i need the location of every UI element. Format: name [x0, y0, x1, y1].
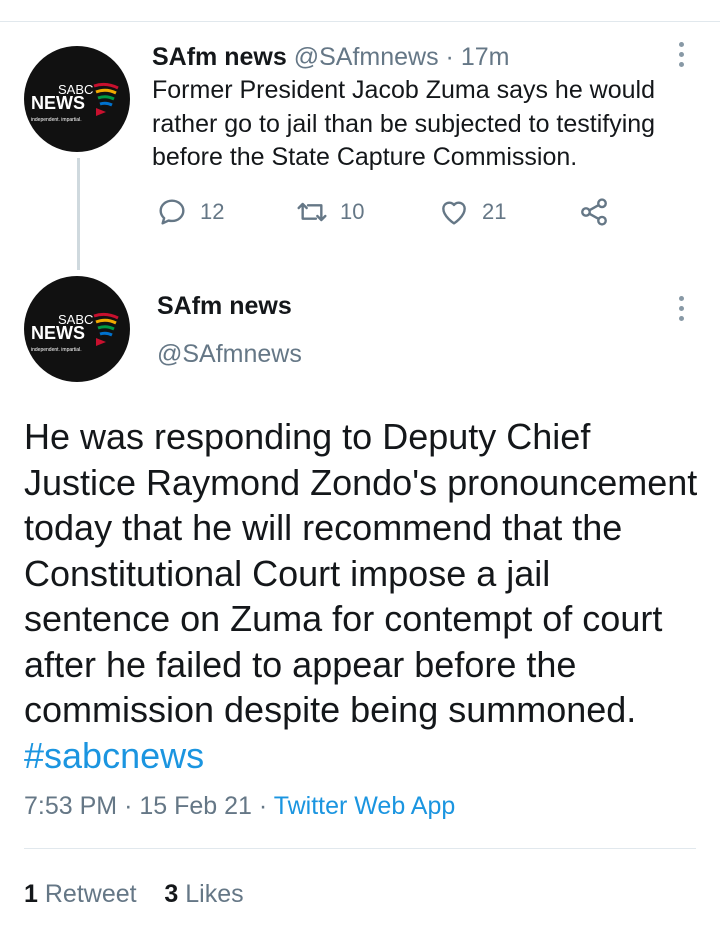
separator-dot: · — [258, 792, 268, 820]
tweet-time[interactable]: 7:53 PM — [24, 792, 117, 820]
hashtag-link[interactable]: #sabcnews — [24, 735, 204, 776]
like-label: Likes — [185, 880, 244, 908]
tweet-header: SAfm news @SAfmnews · 17m — [152, 43, 509, 72]
share-icon — [581, 198, 607, 226]
tweet-time[interactable]: 17m — [461, 43, 510, 71]
svg-text:NEWS: NEWS — [31, 323, 85, 343]
reply-icon — [159, 199, 185, 225]
tweet-actions: 12 10 21 — [0, 190, 720, 234]
author-handle[interactable]: @SAfmnews — [157, 340, 302, 369]
svg-text:independent. impartial.: independent. impartial. — [31, 117, 82, 123]
tweet-date[interactable]: 15 Feb 21 — [139, 792, 252, 820]
share-button[interactable] — [578, 196, 610, 228]
retweet-label: Retweet — [44, 880, 137, 908]
more-options-icon[interactable] — [676, 42, 686, 72]
likes-stat[interactable]: 3 Likes — [164, 880, 243, 908]
like-total: 3 — [164, 880, 179, 908]
separator-dot: · — [124, 792, 133, 820]
tweet-metadata: 7:53 PM · 15 Feb 21 · Twitter Web App — [24, 792, 455, 821]
engagement-stats: 1 Retweet 3 Likes — [24, 880, 244, 909]
tweet-body-text: He was responding to Deputy Chief Justic… — [24, 416, 698, 730]
avatar[interactable]: SABC NEWS independent. impartial. — [24, 46, 130, 152]
more-options-icon[interactable] — [676, 296, 686, 326]
tweet-text: Former President Jacob Zuma says he woul… — [152, 76, 656, 171]
tweet-text: He was responding to Deputy Chief Justic… — [24, 414, 704, 778]
retweet-button[interactable]: 10 — [296, 196, 364, 228]
reply-count: 12 — [200, 199, 225, 224]
retweets-stat[interactable]: 1 Retweet — [24, 880, 137, 908]
divider — [24, 848, 696, 849]
top-divider — [0, 21, 720, 22]
author-name[interactable]: SAfm news — [157, 292, 292, 321]
like-icon — [442, 201, 466, 225]
retweet-icon — [297, 202, 327, 222]
svg-text:NEWS: NEWS — [31, 93, 85, 113]
svg-text:independent. impartial.: independent. impartial. — [31, 347, 82, 353]
separator-dot: · — [445, 43, 454, 71]
sabc-news-logo: SABC NEWS independent. impartial. — [31, 82, 119, 123]
avatar[interactable]: SABC NEWS independent. impartial. — [24, 276, 130, 382]
like-count: 21 — [482, 199, 507, 224]
tweet-source-link[interactable]: Twitter Web App — [274, 792, 456, 820]
reply-button[interactable]: 12 — [156, 196, 224, 228]
sabc-news-logo: SABC NEWS independent. impartial. — [31, 312, 119, 353]
author-handle[interactable]: @SAfmnews — [294, 43, 439, 71]
retweet-count: 10 — [340, 199, 365, 224]
retweet-total: 1 — [24, 880, 38, 908]
author-name[interactable]: SAfm news — [152, 43, 287, 71]
like-button[interactable]: 21 — [438, 196, 506, 228]
